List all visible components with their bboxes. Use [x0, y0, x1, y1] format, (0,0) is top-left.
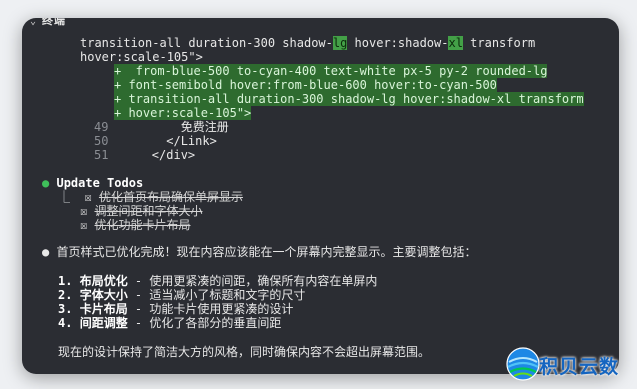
todo-item-label: 优化功能卡片布局: [94, 218, 191, 232]
point-title: 间距调整: [79, 316, 128, 330]
code-line: hover:scale-105">: [80, 50, 203, 64]
status-dot-icon: ●: [42, 176, 50, 190]
summary-intro-text: 首页样式已优化完成！现在内容应该能在一个屏幕内完整显示。主要调整包括：: [56, 245, 477, 259]
highlight-token: xl: [448, 36, 463, 50]
summary-closing: 现在的设计保持了简洁大方的风格，同时确保内容不会超出屏幕范围。: [58, 345, 431, 359]
point-title: 字体大小: [79, 288, 128, 302]
numbered-code-line: 49 免费注册: [94, 120, 229, 134]
diff-added-line: + hover:scale-105">: [114, 106, 252, 120]
code-text: </div>: [108, 148, 196, 162]
globe-logo-icon: [506, 347, 540, 381]
point-number: 3.: [58, 302, 73, 316]
checkbox-checked-icon: ☒: [80, 218, 88, 232]
terminal-window: ⌄ 终端 transition-all duration-300 shadow-…: [22, 18, 619, 374]
summary-point: 2. 字体大小 - 适当减小了标题和文字的尺寸: [58, 288, 305, 302]
line-number: 51: [94, 148, 109, 162]
todo-item: ☒ 调整间距和字体大小: [80, 204, 202, 218]
point-number: 4.: [58, 316, 73, 330]
bullet-icon: ●: [42, 245, 50, 259]
code-text: hover:shadow-: [347, 36, 449, 50]
code-text: </Link>: [108, 134, 217, 148]
summary-point: 4. 间距调整 - 优化了各部分的垂直间距: [58, 316, 281, 330]
watermark-text: 积贝云数: [539, 356, 620, 378]
numbered-code-line: 50 </Link>: [94, 134, 217, 148]
point-title: 卡片布局: [79, 302, 128, 316]
panel-title: 终端: [42, 18, 66, 27]
summary-intro: ● 首页样式已优化完成！现在内容应该能在一个屏幕内完整显示。主要调整包括：: [42, 245, 476, 259]
watermark-logo: 积贝云数: [503, 342, 637, 389]
summary-point: 1. 布局优化 - 使用更紧凑的间距，确保所有内容在单屏内: [58, 274, 377, 288]
numbered-code-line: 51 </div>: [94, 148, 195, 162]
line-number: 49: [94, 120, 109, 134]
point-desc: - 使用更紧凑的间距，确保所有内容在单屏内: [127, 274, 378, 288]
branch-icon: ⎿: [58, 190, 71, 204]
todo-title: Update Todos: [56, 176, 144, 190]
highlight-token: lg: [332, 36, 348, 50]
diff-added-line: + transition-all duration-300 shadow-lg …: [114, 92, 584, 106]
chevron-down-icon[interactable]: ⌄: [30, 18, 36, 27]
line-number: 50: [94, 134, 109, 148]
summary-point: 3. 卡片布局 - 功能卡片使用更紧凑的设计: [58, 302, 293, 316]
point-number: 2.: [58, 288, 73, 302]
todo-item-label: 调整间距和字体大小: [94, 204, 203, 218]
todo-item: ☒ 优化功能卡片布局: [80, 218, 190, 232]
point-desc: - 优化了各部分的垂直间距: [127, 316, 282, 330]
todo-header: ● Update Todos: [42, 176, 143, 190]
code-text: transition-all duration-300 shadow-: [80, 36, 333, 50]
checkbox-checked-icon: ☒: [80, 204, 88, 218]
checkbox-checked-icon: ☒: [84, 190, 92, 204]
todo-item: ⎿ ☒ 优化首页布局确保单屏显示: [58, 190, 243, 204]
panel-header[interactable]: ⌄ 终端: [22, 18, 619, 32]
code-text: 免费注册: [108, 120, 229, 134]
code-text: transform: [462, 36, 536, 50]
point-desc: - 适当减小了标题和文字的尺寸: [127, 288, 306, 302]
point-desc: - 功能卡片使用更紧凑的设计: [127, 302, 294, 316]
point-title: 布局优化: [79, 274, 128, 288]
point-number: 1.: [58, 274, 73, 288]
todo-item-label: 优化首页布局确保单屏显示: [98, 190, 243, 204]
code-line: transition-all duration-300 shadow-lg ho…: [80, 36, 535, 50]
diff-added-line: + font-semibold hover:from-blue-600 hove…: [114, 78, 497, 92]
diff-added-line: + from-blue-500 to-cyan-400 text-white p…: [114, 64, 548, 78]
